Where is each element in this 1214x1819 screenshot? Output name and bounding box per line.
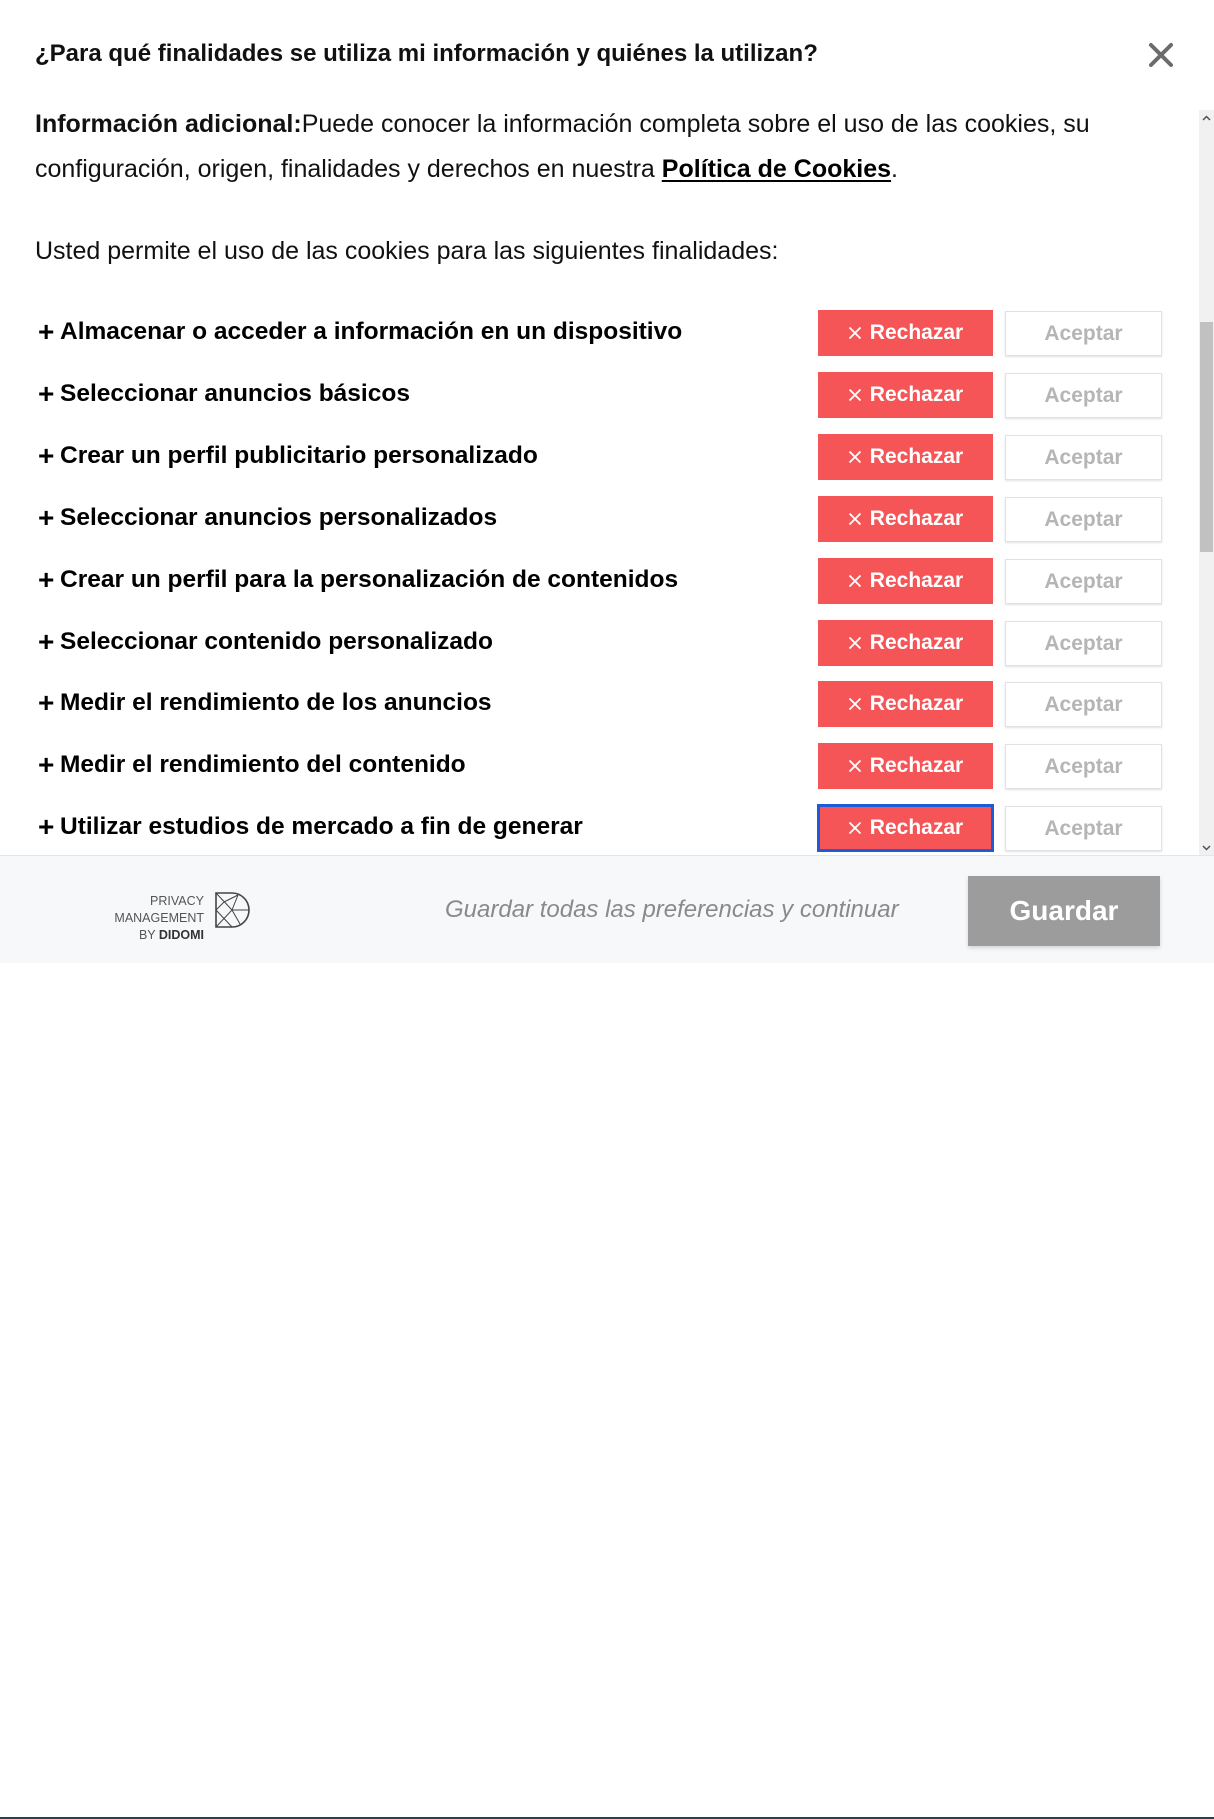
allow-intro: Usted permite el uso de las cookies para… [35,237,779,265]
purpose-toggle[interactable]: + Seleccionar anuncios básicos [38,380,410,408]
accept-button[interactable]: Aceptar [1005,806,1162,851]
purpose-toggle[interactable]: + Crear un perfil para la personalización… [38,566,678,594]
reject-button[interactable]: Rechazar [818,743,993,789]
reject-button[interactable]: Rechazar [818,372,993,418]
plus-icon: + [38,564,55,595]
brand-name: DIDOMI [158,928,204,942]
purpose-row: + Crear un perfil para la personalización… [0,558,1199,608]
purpose-row: + Crear un perfil publicitario personaliz… [0,434,1199,484]
save-all-text: Guardar todas las preferencias y continu… [445,896,899,923]
reject-button[interactable]: Rechazar [818,496,993,542]
close-icon [848,512,861,526]
close-icon [1149,43,1173,67]
reject-label: Rechazar [869,692,964,715]
reject-label: Rechazar [869,569,964,592]
brand-line1: PRIVACY MANAGEMENT [114,894,204,925]
close-icon [848,697,861,711]
accept-button[interactable]: Aceptar [1005,744,1162,789]
reject-button[interactable]: Rechazar [818,558,993,604]
purpose-label: Seleccionar contenido personalizado [60,628,493,655]
close-button[interactable] [1144,38,1178,72]
purpose-label: Utilizar estudios de mercado a fin de ge… [60,813,583,840]
reject-label: Rechazar [869,383,964,406]
reject-button[interactable]: Rechazar [818,310,993,356]
additional-info: Información adicional:Puede conocer la i… [35,102,1185,192]
purpose-label: Seleccionar anuncios básicos [60,380,410,407]
close-icon [848,759,861,773]
didomi-logo-icon [215,892,250,928]
plus-icon: + [38,316,55,347]
chevron-up-icon [1202,114,1211,121]
reject-button[interactable]: Rechazar [818,620,993,666]
purpose-toggle[interactable]: + Crear un perfil publicitario personaliz… [38,442,538,470]
purpose-label: Crear un perfil para la personalización … [60,566,679,593]
scrollbar-thumb[interactable] [1200,322,1213,552]
purpose-row: + Seleccionar anuncios básicos Rechazar Ace… [0,372,1199,422]
dialog-footer: PRIVACY MANAGEMENT BY DIDOMI Guardar tod… [0,855,1214,1819]
accept-button[interactable]: Aceptar [1005,311,1162,356]
purpose-row: + Medir el rendimiento de los anuncios Rec… [0,681,1199,731]
purpose-row: + Utilizar estudios de mercado a fin de g… [0,804,1199,855]
purpose-toggle[interactable]: + Medir el rendimiento de los anuncios [38,689,492,717]
plus-icon: + [38,749,55,780]
purpose-label: Seleccionar anuncios personalizados [60,504,498,531]
info-text-end: . [891,155,898,183]
accept-button[interactable]: Aceptar [1005,435,1162,480]
purpose-toggle[interactable]: + Medir el rendimiento del contenido [38,751,466,779]
scroll-up-arrow[interactable] [1199,110,1214,125]
purpose-label: Almacenar o acceder a información en un … [60,318,683,345]
reject-label: Rechazar [869,321,964,344]
purpose-row: + Seleccionar anuncios personalizados Rech… [0,496,1199,546]
accept-button[interactable]: Aceptar [1005,621,1162,666]
purpose-toggle[interactable]: + Almacenar o acceder a información en un… [38,318,682,346]
purpose-label: Medir el rendimiento del contenido [60,751,466,778]
accept-button[interactable]: Aceptar [1005,682,1162,727]
close-icon [848,388,861,402]
plus-icon: + [38,687,55,718]
plus-icon: + [38,440,55,471]
reject-button[interactable]: Rechazar [817,804,994,852]
accept-button[interactable]: Aceptar [1005,559,1162,604]
reject-label: Rechazar [869,754,964,777]
scroll-down-arrow[interactable] [1199,840,1214,855]
reject-label: Rechazar [869,816,964,839]
consent-dialog: ¿Para qué finalidades se utiliza mi info… [0,0,1214,1819]
accept-button[interactable]: Aceptar [1005,373,1162,418]
reject-label: Rechazar [869,631,964,654]
reject-label: Rechazar [869,507,964,530]
close-icon [848,450,861,464]
plus-icon: + [38,811,55,842]
reject-label: Rechazar [869,445,964,468]
accept-button[interactable]: Aceptar [1005,497,1162,542]
close-icon [848,574,861,588]
close-icon [848,636,861,650]
reject-button[interactable]: Rechazar [818,681,993,727]
purpose-row: + Medir el rendimiento del contenido Recha… [0,743,1199,793]
cookie-policy-link[interactable]: Política de Cookies [662,155,891,183]
purpose-toggle[interactable]: + Seleccionar anuncios personalizados [38,504,497,532]
scrollbar[interactable] [1199,110,1214,855]
reject-button[interactable]: Rechazar [818,434,993,480]
plus-icon: + [38,502,55,533]
close-icon [848,821,861,835]
purpose-toggle[interactable]: + Seleccionar contenido personalizado [38,628,493,656]
close-icon [848,326,861,340]
purpose-label: Medir el rendimiento de los anuncios [60,689,492,716]
plus-icon: + [38,378,55,409]
didomi-branding: PRIVACY MANAGEMENT BY DIDOMI [58,893,204,944]
chevron-down-icon [1202,844,1211,851]
purpose-row: + Seleccionar contenido personalizado Rech… [0,620,1199,670]
info-bold-prefix: Información adicional: [35,110,302,138]
dialog-title: ¿Para qué finalidades se utiliza mi info… [35,40,818,67]
purposes-scroll-area: Información adicional:Puede conocer la i… [0,100,1199,855]
purpose-row: + Almacenar o acceder a información en un… [0,310,1199,360]
purpose-label: Crear un perfil publicitario personaliza… [60,442,538,469]
brand-by: BY [138,928,159,942]
purpose-toggle[interactable]: + Utilizar estudios de mercado a fin de g… [38,813,583,841]
save-button[interactable]: Guardar [968,876,1160,946]
plus-icon: + [38,626,55,657]
